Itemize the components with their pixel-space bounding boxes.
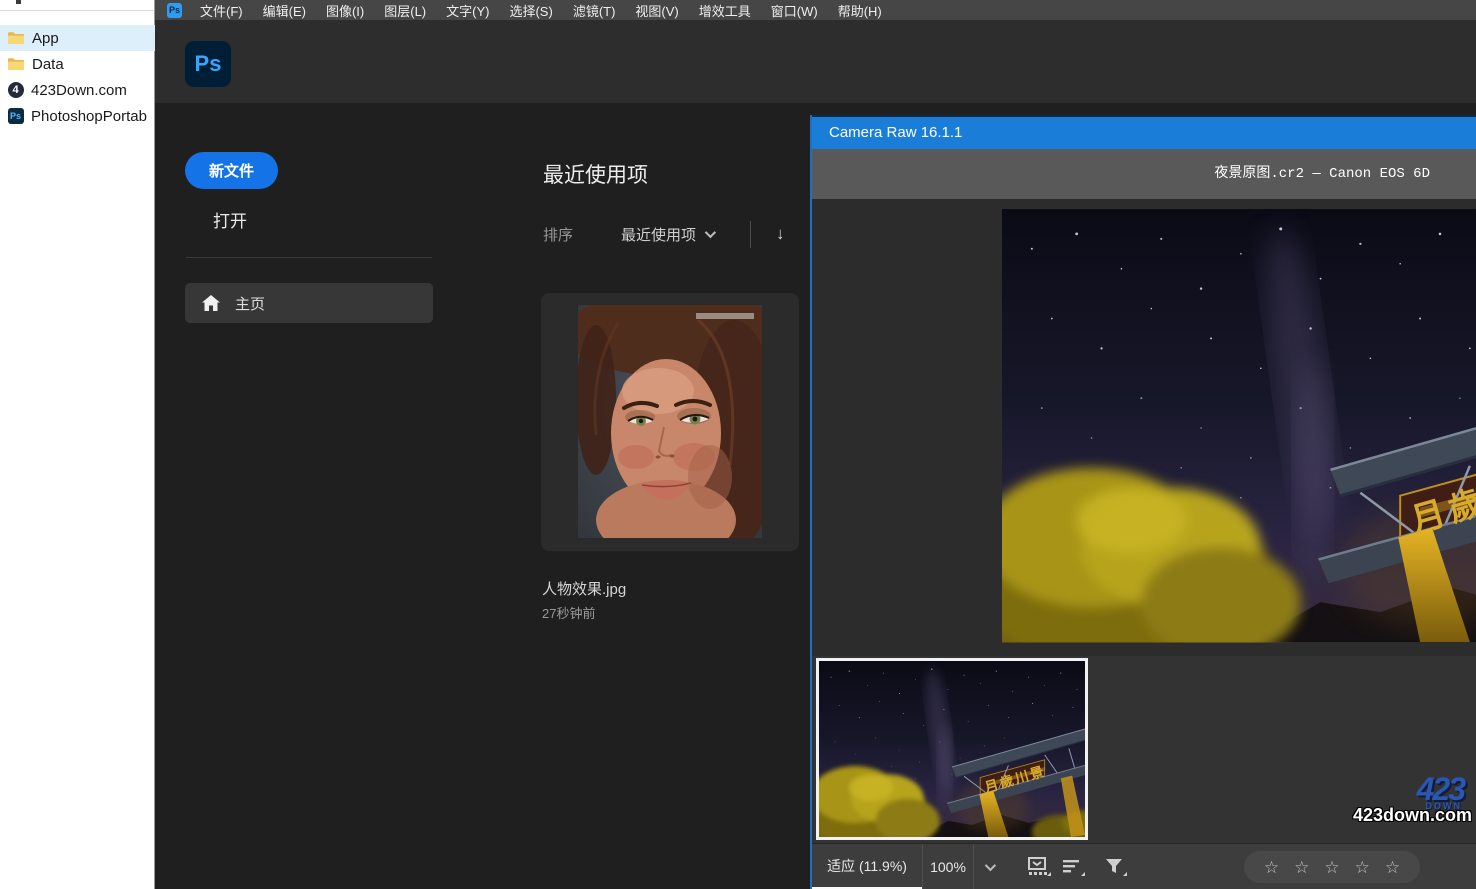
file-explorer-panel: App Data 4 423Down.com Ps PhotoshopPorta… — [0, 0, 155, 889]
new-file-button[interactable]: 新文件 — [185, 152, 278, 189]
home-header: Ps — [155, 20, 1476, 103]
explorer-separator — [0, 10, 154, 11]
star-1[interactable]: ☆ — [1264, 859, 1279, 876]
explorer-item-423down[interactable]: 4 423Down.com — [0, 77, 155, 103]
filmstrip: 月歲川景 423 DOWN 423down.com — [812, 656, 1476, 843]
recent-file-name: 人物效果.jpg — [542, 578, 626, 599]
menu-edit[interactable]: 编辑(E) — [253, 1, 316, 20]
menu-layer[interactable]: 图层(L) — [374, 1, 436, 20]
star-3[interactable]: ☆ — [1324, 859, 1339, 876]
watermark: 423 DOWN 423down.com — [1352, 775, 1472, 837]
folder-icon — [7, 30, 25, 47]
menu-bar: Ps 文件(F) 编辑(E) 图像(I) 图层(L) 文字(Y) 选择(S) 滤… — [155, 0, 1476, 20]
home-icon — [202, 295, 220, 311]
menu-filter[interactable]: 滤镜(T) — [563, 1, 626, 20]
sort-direction-icon[interactable]: ↓ — [776, 224, 785, 244]
photoshop-app-icon: Ps — [7, 108, 24, 125]
filter-icon[interactable] — [1098, 844, 1132, 889]
open-button[interactable]: 打开 — [213, 207, 247, 232]
camera-raw-file-info: 夜景原图.cr2 — Canon EOS 6D — [812, 149, 1476, 199]
menu-view[interactable]: 视图(V) — [625, 1, 688, 20]
recent-files-title: 最近使用项 — [543, 159, 648, 189]
star-2[interactable]: ☆ — [1294, 859, 1309, 876]
sort-label: 排序 — [543, 224, 573, 245]
filmstrip-thumbnail-selected[interactable]: 月歲川景 — [816, 658, 1088, 840]
zoom-fit-button[interactable]: 适应 (11.9%) — [812, 844, 922, 889]
chevron-down-icon — [705, 227, 716, 238]
star-5[interactable]: ☆ — [1385, 859, 1400, 876]
sidebar-item-home[interactable]: 主页 — [185, 283, 433, 323]
nav-separator — [186, 257, 432, 258]
toolbar-spacer — [1004, 844, 1022, 889]
watermark-logo: 423 — [1417, 771, 1464, 808]
sort-row: 排序 最近使用项 ↓ — [543, 220, 785, 248]
recent-file-time: 27秒钟前 — [542, 603, 595, 622]
menu-help[interactable]: 帮助(H) — [828, 1, 892, 20]
main-photo: 月歲川景 — [1002, 208, 1476, 643]
website-shortcut-icon: 4 — [7, 82, 24, 99]
menu-select[interactable]: 选择(S) — [499, 1, 562, 20]
photoshop-logo: Ps — [185, 41, 231, 87]
explorer-item-label: Data — [32, 56, 64, 73]
explorer-item-photoshop-portable[interactable]: Ps PhotoshopPortab — [0, 103, 155, 129]
camera-raw-bottom-toolbar: 适应 (11.9%) 100% — [812, 843, 1476, 889]
sort-dropdown-value: 最近使用项 — [621, 224, 696, 245]
camera-raw-canvas: 月歲川景 — [812, 199, 1476, 656]
recent-file-thumbnail — [578, 305, 762, 538]
explorer-item-label: PhotoshopPortab — [31, 108, 147, 125]
camera-raw-dialog: Camera Raw 16.1.1 夜景原图.cr2 — Canon EOS 6… — [810, 115, 1476, 889]
explorer-item-data[interactable]: Data — [0, 51, 155, 77]
home-item-label: 主页 — [235, 293, 265, 314]
screen: App Data 4 423Down.com Ps PhotoshopPorta… — [0, 0, 1476, 889]
menu-window[interactable]: 窗口(W) — [761, 1, 828, 20]
menu-image[interactable]: 图像(I) — [316, 1, 374, 20]
recent-file-card[interactable] — [541, 293, 799, 551]
folder-icon — [7, 56, 25, 73]
sort-dropdown[interactable]: 最近使用项 — [621, 224, 713, 245]
partial-item-fragment — [16, 0, 21, 4]
explorer-item-label: 423Down.com — [31, 82, 127, 99]
camera-raw-titlebar[interactable]: Camera Raw 16.1.1 — [812, 117, 1476, 149]
ps-window-icon[interactable]: Ps — [167, 3, 182, 18]
watermark-down: DOWN — [1426, 801, 1463, 811]
sort-order-icon[interactable] — [1056, 844, 1090, 889]
zoom-100-button[interactable]: 100% — [923, 844, 973, 889]
thumbnail-options-icon[interactable] — [1022, 844, 1056, 889]
explorer-item-app[interactable]: App — [0, 25, 155, 51]
star-rating: ☆ ☆ ☆ ☆ ☆ — [1244, 851, 1420, 883]
watermark-site: 423down.com — [1353, 805, 1472, 826]
menu-type[interactable]: 文字(Y) — [436, 1, 499, 20]
menu-file[interactable]: 文件(F) — [190, 1, 253, 20]
explorer-item-label: App — [32, 30, 59, 47]
star-4[interactable]: ☆ — [1355, 859, 1370, 876]
menu-plugins[interactable]: 增效工具 — [689, 1, 761, 20]
sort-divider — [750, 221, 751, 248]
zoom-dropdown-chevron[interactable] — [974, 844, 1004, 889]
